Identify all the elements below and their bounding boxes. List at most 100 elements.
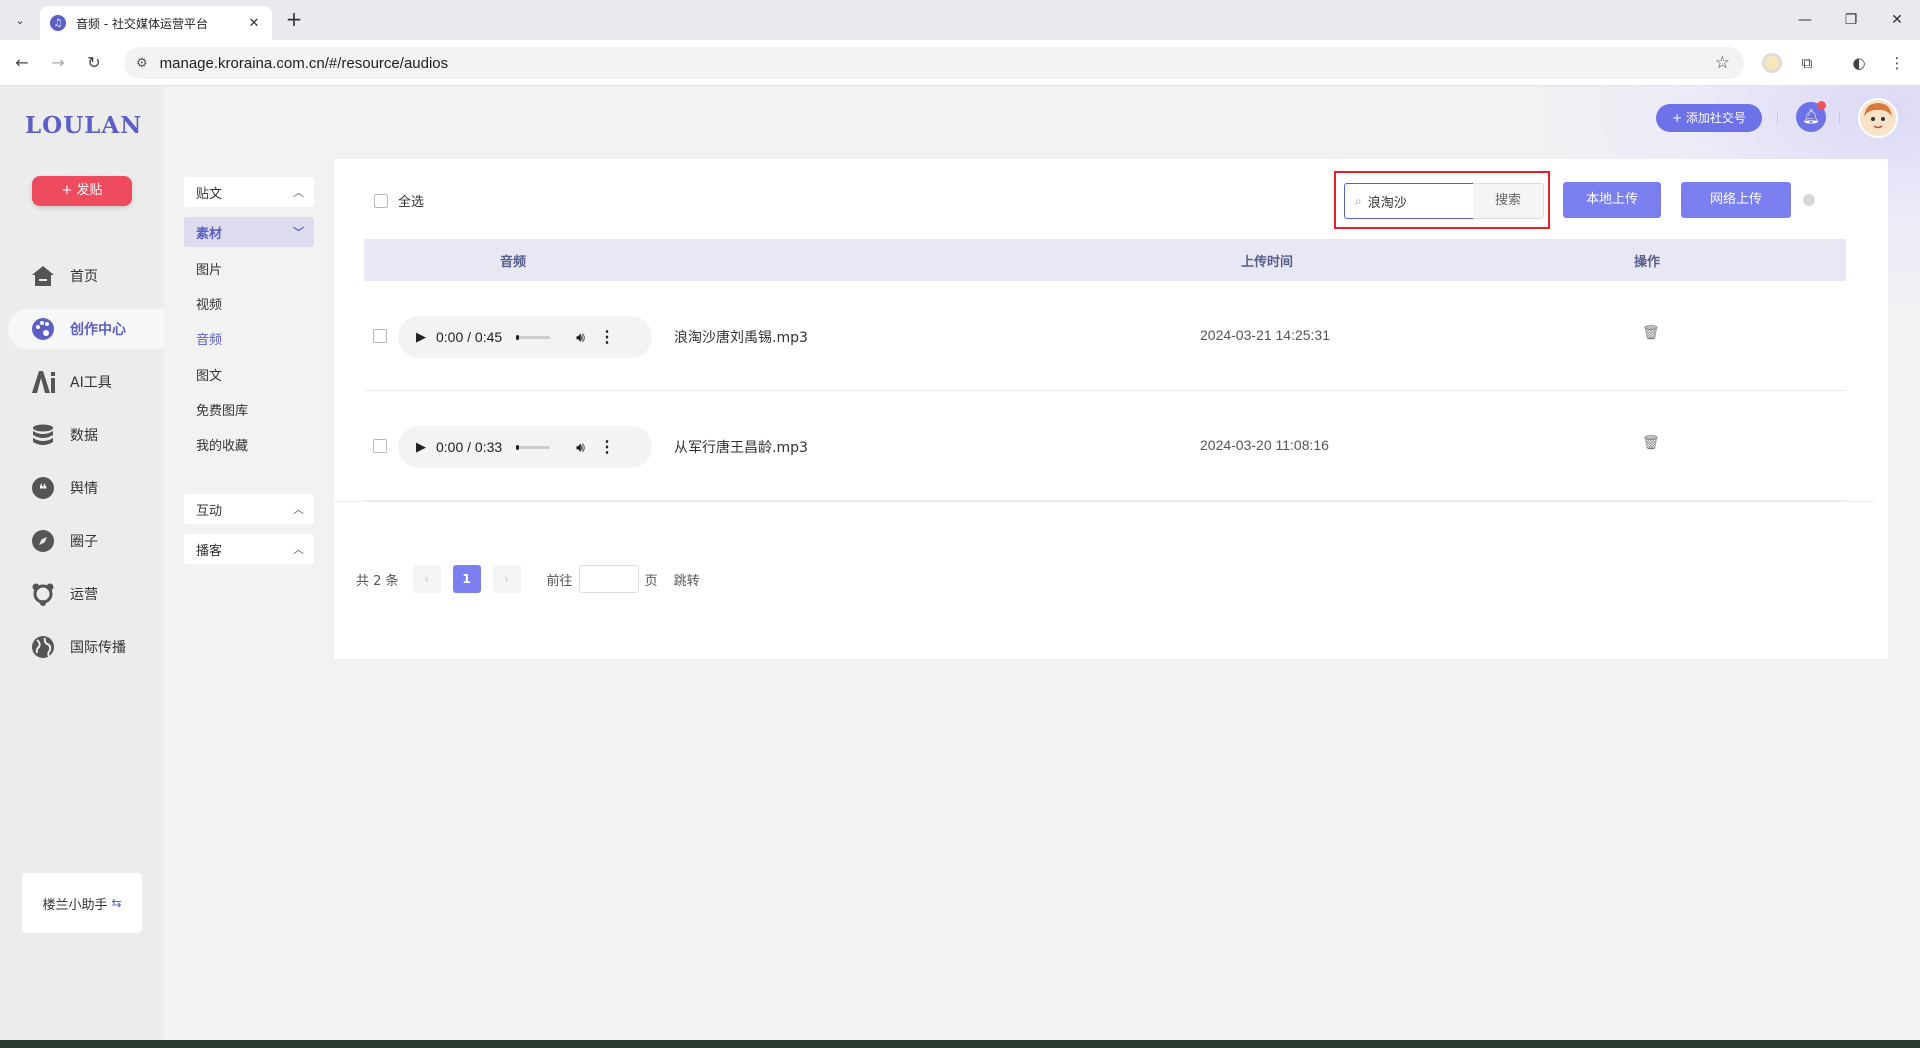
- search-button[interactable]: 搜索: [1473, 183, 1544, 219]
- globe-icon: [30, 634, 56, 660]
- nav-ai-tools[interactable]: AI工具: [8, 362, 164, 402]
- local-upload-button[interactable]: 本地上传: [1563, 182, 1661, 218]
- jump-button[interactable]: 跳转: [674, 570, 700, 589]
- search-value: 浪淘沙: [1367, 195, 1407, 211]
- nav-home[interactable]: 首页: [8, 256, 164, 296]
- window-close-icon[interactable]: ✕: [1882, 8, 1912, 32]
- svg-text:❝: ❝: [39, 482, 47, 498]
- chevron-up-icon: ︿: [293, 186, 304, 199]
- group-podcast[interactable]: 播客 ︿: [184, 534, 314, 564]
- sub-item-videos[interactable]: 视频: [196, 296, 222, 316]
- assistant-label: 楼兰小助手: [42, 897, 108, 913]
- nav-creation-center[interactable]: 创作中心: [8, 309, 164, 349]
- play-icon[interactable]: ▶: [416, 439, 426, 455]
- select-all-label: 全选: [398, 195, 425, 210]
- page-unit-label: 页: [644, 573, 658, 589]
- group-materials[interactable]: 素材 ﹀: [184, 217, 314, 247]
- column-header-actions: 操作: [1634, 255, 1661, 270]
- browser-tab-bar: ⌄ ♫ 音频 - 社交媒体运营平台 ✕ + — ❐ ✕: [0, 0, 1920, 40]
- assistant-button[interactable]: 楼兰小助手 ⇆: [22, 873, 142, 933]
- play-icon[interactable]: ▶: [416, 329, 426, 345]
- operations-icon: [30, 581, 56, 607]
- pagination: 共 2 条 ‹ 1 › 前往 页 跳转: [356, 565, 700, 593]
- select-all[interactable]: 全选: [374, 191, 424, 210]
- tab-close-icon[interactable]: ✕: [246, 16, 262, 31]
- app-logo[interactable]: LOULAN: [25, 112, 142, 139]
- next-page-icon[interactable]: ›: [492, 565, 521, 593]
- audio-progress-slider[interactable]: [516, 334, 551, 340]
- volume-icon[interactable]: 🔊︎: [576, 329, 585, 346]
- upload-time: 2024-03-20 11:08:16: [1200, 437, 1329, 453]
- tab-title: 音频 - 社交媒体运营平台: [76, 16, 208, 31]
- sub-item-image-text[interactable]: 图文: [196, 367, 222, 387]
- chevron-down-icon: ﹀: [293, 226, 304, 239]
- chevron-up-icon: ︿: [293, 503, 304, 516]
- page-number[interactable]: 1: [452, 565, 481, 593]
- pagination-total: 共 2 条: [356, 573, 399, 589]
- search-area-highlight: ⌕ 浪淘沙 搜索: [1334, 171, 1550, 229]
- back-icon[interactable]: ←: [10, 51, 34, 75]
- delete-icon[interactable]: 🗑︎: [1642, 325, 1660, 341]
- site-favicon-icon: ♫: [50, 15, 66, 31]
- audio-time: 0:00 / 0:33: [436, 439, 503, 455]
- audio-filename: 从军行唐王昌龄.mp3: [674, 440, 808, 456]
- audio-player[interactable]: ▶ 0:00 / 0:33 🔊︎ ⋮: [398, 426, 652, 468]
- browser-menu-icon[interactable]: ⋮: [1886, 52, 1908, 74]
- forward-icon[interactable]: →: [46, 51, 70, 75]
- site-info-icon[interactable]: ⚙: [136, 56, 148, 71]
- new-tab-icon[interactable]: +: [282, 8, 306, 32]
- nav-label: 圈子: [70, 534, 98, 550]
- new-post-button[interactable]: + 发贴: [32, 176, 132, 206]
- notification-dot: [1817, 101, 1826, 110]
- chevron-up-icon: ︿: [293, 543, 304, 556]
- extensions-puzzle-icon[interactable]: ⧉: [1796, 52, 1818, 74]
- nav-operations[interactable]: 运营: [8, 574, 164, 614]
- minimize-icon[interactable]: —: [1790, 8, 1820, 32]
- volume-icon[interactable]: 🔊︎: [576, 439, 585, 456]
- ai-icon: [30, 369, 56, 395]
- reload-icon[interactable]: ↻: [82, 51, 106, 75]
- swap-icon: ⇆: [111, 896, 122, 910]
- group-interaction[interactable]: 互动 ︿: [184, 494, 314, 524]
- table-bottom-divider: [334, 501, 1874, 502]
- audio-player[interactable]: ▶ 0:00 / 0:45 🔊︎ ⋮: [398, 316, 652, 358]
- delete-icon[interactable]: 🗑︎: [1642, 435, 1660, 451]
- sub-item-free-gallery[interactable]: 免费图库: [196, 402, 248, 422]
- tab-search-chevron-icon[interactable]: ⌄: [8, 8, 32, 32]
- address-bar[interactable]: ⚙ manage.kroraina.com.cn/#/resource/audi…: [124, 47, 1744, 79]
- nav-public-opinion[interactable]: ❝ 舆情: [8, 468, 164, 508]
- bookmark-star-icon[interactable]: ☆: [1715, 53, 1730, 73]
- audio-progress-slider[interactable]: [516, 444, 551, 450]
- group-posts[interactable]: 贴文 ︿: [184, 177, 314, 207]
- nav-data[interactable]: 数据: [8, 415, 164, 455]
- more-options-icon[interactable]: ⋮: [599, 327, 615, 347]
- extension-circle-icon[interactable]: [1762, 53, 1782, 73]
- sub-item-audios[interactable]: 音频: [196, 331, 222, 351]
- search-input[interactable]: ⌕ 浪淘沙: [1344, 183, 1474, 219]
- row-checkbox[interactable]: [373, 329, 387, 343]
- group-label: 素材: [196, 226, 223, 242]
- select-all-checkbox[interactable]: [374, 193, 388, 208]
- page-jump-input[interactable]: [578, 565, 639, 593]
- nav-circles[interactable]: 圈子: [8, 521, 164, 561]
- restore-icon[interactable]: ❐: [1836, 8, 1866, 32]
- sub-item-images[interactable]: 图片: [196, 261, 222, 281]
- audio-filename: 浪淘沙唐刘禹锡.mp3: [674, 330, 808, 346]
- nav-international[interactable]: 国际传播: [8, 627, 164, 667]
- browser-tab[interactable]: ♫ 音频 - 社交媒体运营平台 ✕: [40, 6, 272, 40]
- prev-page-icon[interactable]: ‹: [412, 565, 441, 593]
- row-checkbox[interactable]: [373, 439, 387, 453]
- main-sidebar: LOULAN + 发贴 首页 创作中心 AI工具 数据 ❝ 舆情 圈子 运营 国…: [0, 86, 164, 1040]
- network-upload-button[interactable]: 网络上传: [1681, 182, 1791, 218]
- os-taskbar: [0, 1040, 1920, 1048]
- profile-icon[interactable]: ◐: [1848, 52, 1870, 74]
- sub-item-favorites[interactable]: 我的收藏: [196, 437, 248, 457]
- column-header-upload-time: 上传时间: [1241, 255, 1294, 270]
- nav-label: 数据: [70, 428, 98, 444]
- user-avatar[interactable]: [1858, 98, 1898, 138]
- help-icon[interactable]: [1803, 194, 1815, 206]
- home-icon: [30, 263, 56, 289]
- nav-label: 运营: [70, 587, 98, 603]
- more-options-icon[interactable]: ⋮: [599, 437, 615, 457]
- add-social-account-button[interactable]: + 添加社交号: [1656, 104, 1762, 132]
